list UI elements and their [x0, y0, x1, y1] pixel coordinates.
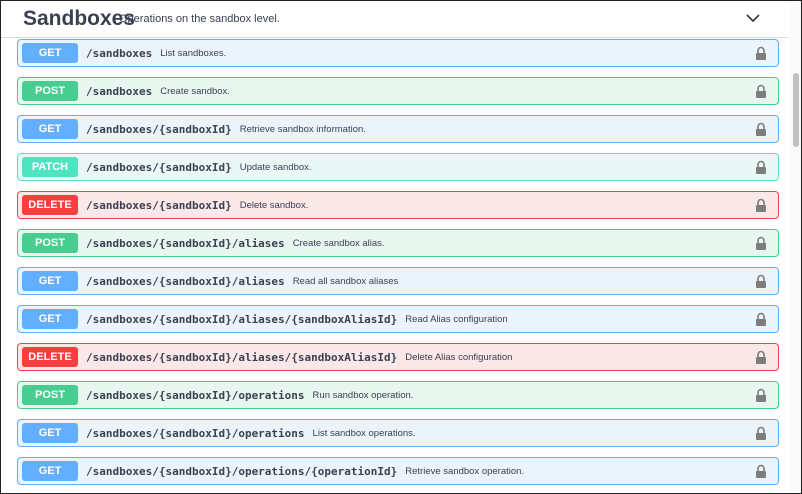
lock-icon[interactable]	[754, 84, 768, 99]
scrollbar-thumb[interactable]	[793, 73, 799, 147]
operation-path: /sandboxes/{sandboxId}/aliases	[86, 236, 285, 250]
operation-post-row[interactable]: POST/sandboxes Create sandbox.	[17, 77, 779, 105]
operation-summary: Create sandbox.	[160, 85, 230, 97]
operation-path: /sandboxes/{sandboxId}	[86, 198, 232, 212]
method-badge: GET	[22, 119, 78, 139]
operation-summary: Delete Alias configuration	[405, 351, 513, 363]
operation-get-row[interactable]: GET/sandboxes/{sandboxId} Retrieve sandbo…	[17, 115, 779, 143]
lock-icon[interactable]	[754, 274, 768, 289]
method-badge: DELETE	[22, 347, 78, 367]
operation-patch-row[interactable]: PATCH/sandboxes/{sandboxId} Update sandbo…	[17, 153, 779, 181]
operation-path: /sandboxes/{sandboxId}/operations	[86, 426, 305, 440]
lock-icon[interactable]	[754, 426, 768, 441]
swagger-panel: Sandboxes Operations on the sandbox leve…	[0, 0, 802, 494]
operation-get-row[interactable]: GET/sandboxes List sandboxes.	[17, 39, 779, 67]
lock-icon[interactable]	[754, 236, 768, 251]
scrollbar[interactable]	[790, 1, 801, 493]
lock-icon[interactable]	[754, 122, 768, 137]
method-badge: DELETE	[22, 195, 78, 215]
operation-get-row[interactable]: GET/sandboxes/{sandboxId}/aliases Read al…	[17, 267, 779, 295]
method-badge: POST	[22, 385, 78, 405]
operation-get-row[interactable]: GET/sandboxes/{sandboxId}/operations/{op…	[17, 457, 779, 485]
operation-path: /sandboxes/{sandboxId}/operations	[86, 388, 305, 402]
operation-summary: Retrieve sandbox information.	[239, 123, 366, 135]
operation-summary: Delete sandbox.	[239, 199, 309, 211]
operations-list: GET/sandboxes List sandboxes. POST/sandbox…	[17, 39, 779, 493]
operation-get-row[interactable]: GET/sandboxes/{sandboxId}/aliases/{sandb…	[17, 305, 779, 333]
method-badge: GET	[22, 423, 78, 443]
lock-icon[interactable]	[754, 350, 768, 365]
operation-summary: List sandbox operations.	[312, 427, 416, 439]
method-badge: POST	[22, 81, 78, 101]
method-badge: GET	[22, 309, 78, 329]
operation-path: /sandboxes/{sandboxId}/aliases/{sandboxA…	[86, 312, 398, 326]
tag-description: Operations on the sandbox level.	[119, 13, 280, 25]
operation-summary: Create sandbox alias.	[292, 237, 385, 249]
lock-icon[interactable]	[754, 312, 768, 327]
operation-summary: List sandboxes.	[160, 47, 227, 59]
lock-icon[interactable]	[754, 388, 768, 403]
operation-path: /sandboxes/{sandboxId}	[86, 122, 232, 136]
lock-icon[interactable]	[754, 160, 768, 175]
operation-summary: Run sandbox operation.	[312, 389, 414, 401]
method-badge: GET	[22, 43, 78, 63]
operation-path: /sandboxes/{sandboxId}	[86, 160, 232, 174]
method-badge: GET	[22, 271, 78, 291]
lock-icon[interactable]	[754, 46, 768, 61]
operation-path: /sandboxes/{sandboxId}/aliases	[86, 274, 285, 288]
operation-post-row[interactable]: POST/sandboxes/{sandboxId}/operations Run…	[17, 381, 779, 409]
operation-path: /sandboxes	[86, 46, 153, 60]
operation-post-row[interactable]: POST/sandboxes/{sandboxId}/aliases Create…	[17, 229, 779, 257]
method-badge: PATCH	[22, 157, 78, 177]
operation-delete-row[interactable]: DELETE/sandboxes/{sandboxId} Delete sandb…	[17, 191, 779, 219]
operation-get-row[interactable]: GET/sandboxes/{sandboxId}/operations List…	[17, 419, 779, 447]
chevron-down-icon[interactable]	[745, 10, 761, 26]
lock-icon[interactable]	[754, 198, 768, 213]
lock-icon[interactable]	[754, 464, 768, 479]
method-badge: POST	[22, 233, 78, 253]
operation-summary: Retrieve sandbox operation.	[405, 465, 525, 477]
operation-summary: Read Alias configuration	[405, 313, 508, 325]
operation-path: /sandboxes/{sandboxId}/aliases/{sandboxA…	[86, 350, 398, 364]
operation-summary: Read all sandbox aliases	[292, 275, 399, 287]
operation-path: /sandboxes/{sandboxId}/operations/{opera…	[86, 464, 398, 478]
operation-delete-row[interactable]: DELETE/sandboxes/{sandboxId}/aliases/{sa…	[17, 343, 779, 371]
operation-path: /sandboxes	[86, 84, 153, 98]
tag-header-sandboxes[interactable]: Sandboxes Operations on the sandbox leve…	[1, 1, 789, 38]
operation-summary: Update sandbox.	[239, 161, 312, 173]
method-badge: GET	[22, 461, 78, 481]
